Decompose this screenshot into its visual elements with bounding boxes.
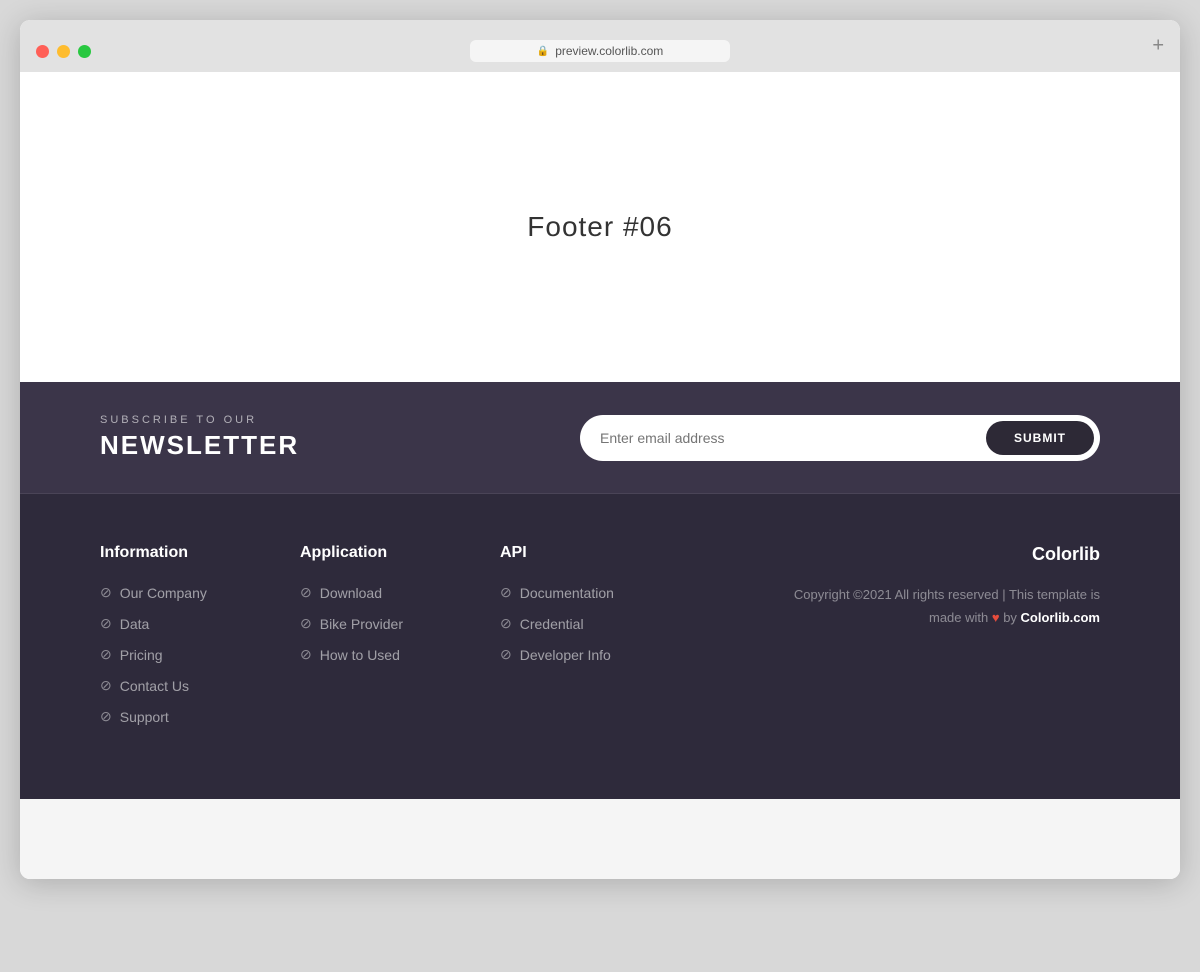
page-wrapper: 🔒 preview.colorlib.com + Footer #06 SUBS… xyxy=(0,0,1200,972)
check-circle-icon: ⊘ xyxy=(100,615,112,632)
submit-button[interactable]: SUBMIT xyxy=(986,421,1094,455)
check-circle-icon: ⊘ xyxy=(300,584,312,601)
close-button[interactable] xyxy=(36,45,49,58)
link-pricing: Pricing xyxy=(120,647,163,663)
footer-heading-application: Application xyxy=(300,544,500,562)
url-text: preview.colorlib.com xyxy=(555,44,663,58)
list-item[interactable]: ⊘ Pricing xyxy=(100,646,300,663)
email-input[interactable] xyxy=(600,430,986,446)
check-circle-icon: ⊘ xyxy=(100,584,112,601)
lock-icon: 🔒 xyxy=(537,46,549,57)
bottom-bar xyxy=(20,799,1180,879)
copyright-link[interactable]: Colorlib.com xyxy=(1021,610,1100,625)
list-item[interactable]: ⊘ Bike Provider xyxy=(300,615,500,632)
list-item[interactable]: ⊘ Support xyxy=(100,708,300,725)
footer-col-information: Information ⊘ Our Company ⊘ Data ⊘ Prici… xyxy=(100,544,300,739)
check-circle-icon: ⊘ xyxy=(500,615,512,632)
newsletter-title: NEWSLETTER xyxy=(100,430,299,461)
newsletter-left: SUBSCRIBE TO OUR NEWSLETTER xyxy=(100,414,299,461)
minimize-button[interactable] xyxy=(57,45,70,58)
footer-heading-information: Information xyxy=(100,544,300,562)
check-circle-icon: ⊘ xyxy=(300,615,312,632)
check-circle-icon: ⊘ xyxy=(100,677,112,694)
footer-col-api: API ⊘ Documentation ⊘ Credential ⊘ Devel… xyxy=(500,544,700,739)
new-tab-button[interactable]: + xyxy=(1152,35,1164,58)
check-circle-icon: ⊘ xyxy=(500,646,512,663)
subscribe-label: SUBSCRIBE TO OUR xyxy=(100,414,299,426)
footer-heading-api: API xyxy=(500,544,700,562)
brand-name: Colorlib xyxy=(1032,544,1100,565)
check-circle-icon: ⊘ xyxy=(300,646,312,663)
browser-body: Footer #06 SUBSCRIBE TO OUR NEWSLETTER S… xyxy=(20,72,1180,879)
link-documentation: Documentation xyxy=(520,585,614,601)
link-bike-provider: Bike Provider xyxy=(320,616,403,632)
list-item[interactable]: ⊘ Data xyxy=(100,615,300,632)
copyright-text: Copyright ©2021 All rights reserved | Th… xyxy=(794,583,1100,630)
main-content: Footer #06 xyxy=(20,72,1180,382)
list-item[interactable]: ⊘ Developer Info xyxy=(500,646,700,663)
list-item[interactable]: ⊘ How to Used xyxy=(300,646,500,663)
browser-chrome: 🔒 preview.colorlib.com + xyxy=(20,20,1180,72)
link-our-company: Our Company xyxy=(120,585,207,601)
footer-main: Information ⊘ Our Company ⊘ Data ⊘ Prici… xyxy=(20,494,1180,799)
footer-col-application: Application ⊘ Download ⊘ Bike Provider ⊘… xyxy=(300,544,500,739)
link-contact-us: Contact Us xyxy=(120,678,189,694)
check-circle-icon: ⊘ xyxy=(100,646,112,663)
link-data: Data xyxy=(120,616,150,632)
check-circle-icon: ⊘ xyxy=(100,708,112,725)
copyright-main: Copyright ©2021 All rights reserved | Th… xyxy=(794,587,1100,625)
maximize-button[interactable] xyxy=(78,45,91,58)
list-item[interactable]: ⊘ Download xyxy=(300,584,500,601)
address-bar[interactable]: 🔒 preview.colorlib.com xyxy=(470,40,730,62)
list-item[interactable]: ⊘ Documentation xyxy=(500,584,700,601)
footer-col-brand: Colorlib Copyright ©2021 All rights rese… xyxy=(700,544,1100,739)
newsletter-section: SUBSCRIBE TO OUR NEWSLETTER SUBMIT xyxy=(20,382,1180,494)
heart-icon: ♥ xyxy=(992,610,1000,625)
page-title: Footer #06 xyxy=(527,211,672,243)
link-developer-info: Developer Info xyxy=(520,647,611,663)
browser-window: 🔒 preview.colorlib.com + Footer #06 SUBS… xyxy=(20,20,1180,879)
list-item[interactable]: ⊘ Our Company xyxy=(100,584,300,601)
link-support: Support xyxy=(120,709,169,725)
link-credential: Credential xyxy=(520,616,584,632)
list-item[interactable]: ⊘ Contact Us xyxy=(100,677,300,694)
newsletter-form: SUBMIT xyxy=(580,415,1100,461)
link-how-to-used: How to Used xyxy=(320,647,400,663)
list-item[interactable]: ⊘ Credential xyxy=(500,615,700,632)
check-circle-icon: ⊘ xyxy=(500,584,512,601)
link-download: Download xyxy=(320,585,382,601)
